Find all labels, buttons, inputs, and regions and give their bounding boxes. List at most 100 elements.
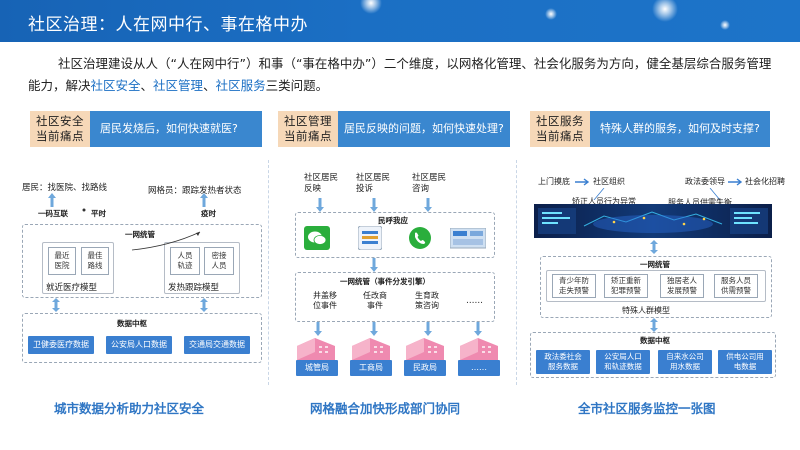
resident-report: 社区居民反映 [304,173,339,194]
dashboard-map-image [534,204,772,238]
intro-end: 三类问题。 [265,78,329,93]
hotline-label: 民呼我应 [378,216,408,225]
data-source-police: 公安局人口和轨迹数据 [596,350,650,374]
warning-elderly: 独居老人发展预警 [660,274,704,298]
intro-sep: 、 [203,78,216,93]
dept-commerce: 工商局 [350,360,392,376]
down-arrow-icon [424,322,432,336]
label-home-visit: 上门摸底 [538,177,570,186]
panel-caption: 城市数据分析助力社区安全 [54,401,205,416]
data-source-political-label: 政法委社会服务数据 [544,352,582,371]
best-route-item: 最佳路线 [81,247,109,275]
pain-tag: 社区安全 当前痛点 [30,111,90,147]
nearest-hospital-item: 最近医院 [48,247,76,275]
label-social-recruit: 社会化招聘 [745,177,785,186]
building-icon [406,338,444,360]
pain-point-service: 社区服务 当前痛点 特殊人群的服务，如何及时支撑? [530,111,770,147]
resident-need: 居民：找医院、找路线 [22,183,108,193]
keyword-safety: 社区安全 [90,78,141,93]
data-source-water-label: 自来水公司用水数据 [666,352,704,371]
slide: 社区治理：人在网中行、事在格中办 社区治理建设从人（“人在网中行”）和事（“事在… [0,0,800,450]
down-arrow-icon [474,322,482,336]
warning-correction-label: 矫正重新犯罪预警 [611,276,641,295]
data-source-health: 卫健委医疗数据 [28,336,94,354]
app-icon [358,226,382,250]
dot-decoration [82,208,86,212]
label-epidemic: 疫时 [201,209,216,218]
event-manhole: 井盖移位事件 [313,291,337,310]
data-source-power: 供电公司用电数据 [718,350,772,374]
pain-question: 居民发烧后，如何快速就医? [90,111,262,147]
warning-youth-label: 青少年防走失预警 [559,276,589,295]
warning-correction: 矫正重新犯罪预警 [604,274,648,298]
data-source-political: 政法委社会服务数据 [536,350,590,374]
grid-staff-need: 网格员：跟踪发热者状态 [148,186,242,196]
pain-tag-line2: 当前痛点 [536,129,584,143]
divider [516,160,517,385]
best-route-label: 最佳路线 [87,251,103,270]
warning-elderly-label: 独居老人发展预警 [667,276,697,295]
data-source-traffic: 交通局交通数据 [184,336,250,354]
fever-model-label: 发热跟踪模型 [168,283,220,293]
data-hub-label: 数据中枢 [640,336,670,345]
unified-label: 一网统管 [640,260,670,269]
curve-arrow-icon [131,231,201,251]
phone-icon [409,227,431,249]
panel-caption: 网格融合加快形成部门协同 [310,401,461,416]
building-icon [352,338,390,360]
up-down-arrow-icon [52,298,60,312]
building-icon [460,338,498,360]
label-community-org: 社区组织 [593,177,625,186]
page-title: 社区治理：人在网中行、事在格中办 [28,15,308,35]
data-hub-label: 数据中枢 [117,319,147,328]
pain-tag-line2: 当前痛点 [284,129,332,143]
light-glow-decoration [652,0,678,22]
panel-caption: 全市社区服务监控一张图 [578,401,716,416]
resident-consult: 社区居民咨询 [412,173,447,194]
up-down-arrow-icon [650,318,658,332]
dispatch-engine-label: 一网统管（事件分发引擎） [340,277,430,286]
dept-urban-management: 城管局 [296,360,338,376]
label-one-click: 一码互联 [38,209,68,218]
light-glow-decoration [720,20,730,30]
intro-sep: 、 [140,78,154,93]
down-arrow-icon [370,322,378,336]
screen-icon [450,228,486,249]
pain-tag-line1: 社区安全 [36,114,84,128]
intro-paragraph: 社区治理建设从人（“人在网中行”）和事（“事在格中办”）二个维度，以网格化管理、… [28,53,776,97]
keyword-management: 社区管理 [153,78,204,93]
down-arrow-icon [370,198,378,212]
right-arrow-icon [575,178,590,186]
down-arrow-icon [370,258,378,272]
event-business: 任改商事件 [363,291,387,310]
label-political-leader: 政法委领导 [685,177,725,186]
pain-question: 特殊人群的服务，如何及时支撑? [590,111,770,147]
resident-complaint: 社区居民投诉 [356,173,391,194]
dept-civil-affairs: 民政局 [404,360,446,376]
label-wartime: 平时 [91,209,106,218]
light-glow-decoration [545,8,557,20]
data-source-water: 自来水公司用水数据 [658,350,712,374]
nearest-hospital-label: 最近医院 [54,251,70,270]
title-bar: 社区治理：人在网中行、事在格中办 [0,0,800,42]
special-group-model: 特殊人群模型 [622,306,670,315]
building-icon [297,338,335,360]
event-more: …… [466,296,483,306]
down-arrow-icon [316,198,324,212]
divider [268,160,269,385]
up-down-arrow-icon [200,298,208,312]
pain-point-management: 社区管理 当前痛点 居民反映的问题，如何快速处理? [278,111,510,147]
wechat-icon [304,226,330,250]
light-glow-decoration [360,0,382,14]
warning-staff-label: 服务人员供需预警 [721,276,751,295]
keyword-service: 社区服务 [215,78,266,93]
pain-tag-line1: 社区管理 [284,114,332,128]
up-down-arrow-icon [650,240,658,254]
pain-tag: 社区管理 当前痛点 [278,111,338,147]
pain-tag-line1: 社区服务 [536,114,584,128]
pain-tag: 社区服务 当前痛点 [530,111,590,147]
pain-question: 居民反映的问题，如何快速处理? [338,111,510,147]
data-source-power-label: 供电公司用电数据 [726,352,764,371]
close-contact-label: 密接人员 [211,251,227,270]
pain-point-safety: 社区安全 当前痛点 居民发烧后，如何快速就医? [30,111,262,147]
